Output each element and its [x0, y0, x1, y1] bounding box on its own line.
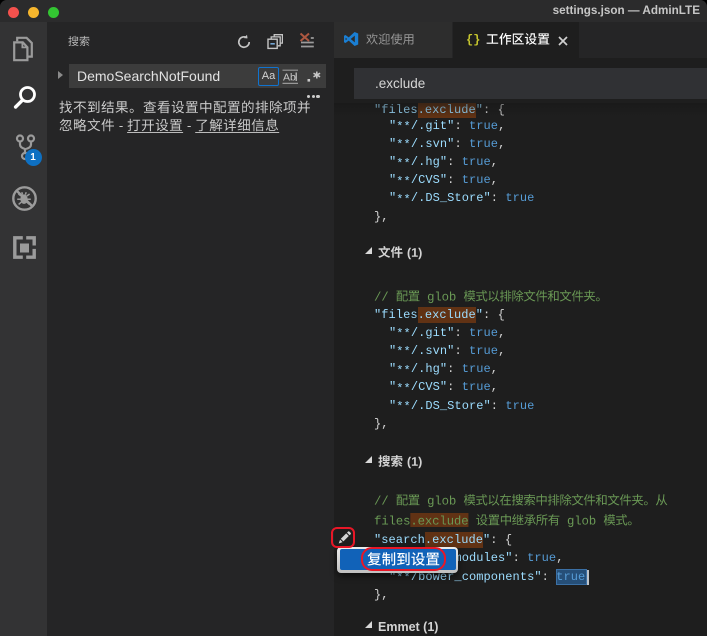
svg-text:Ab: Ab [283, 71, 296, 83]
